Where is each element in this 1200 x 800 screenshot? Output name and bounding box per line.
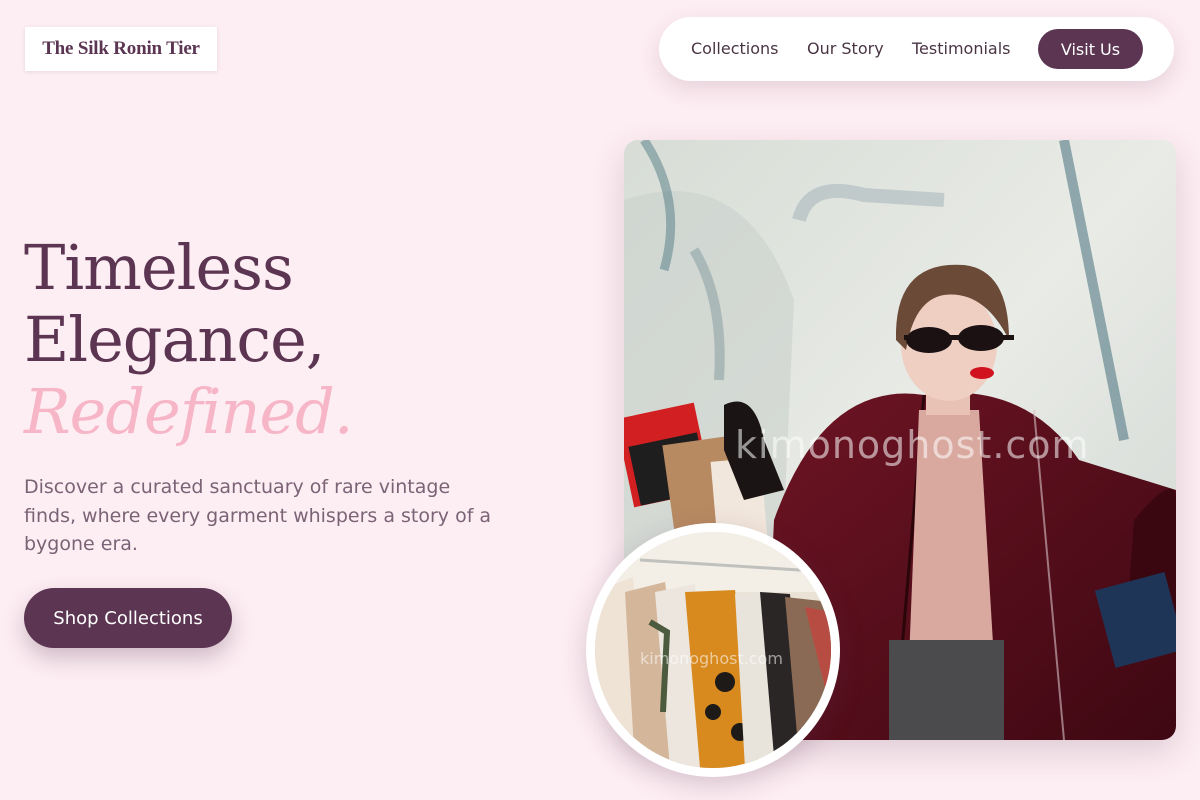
nav-link-collections[interactable]: Collections (691, 39, 778, 58)
hero-watermark: kimonoghost.com (735, 423, 1090, 467)
nav-link-testimonials[interactable]: Testimonials (912, 39, 1011, 58)
inset-watermark: kimonoghost.com (640, 649, 783, 668)
brand-logo[interactable]: The Silk Ronin Tier (25, 27, 217, 71)
hero-title-line2: Elegance, (24, 303, 325, 376)
shop-collections-button[interactable]: Shop Collections (24, 588, 232, 648)
visit-us-button[interactable]: Visit Us (1038, 29, 1143, 69)
hero-title: Timeless Elegance, Redefined. (24, 231, 354, 448)
hero-title-line1: Timeless (24, 231, 294, 304)
nav-link-our-story[interactable]: Our Story (807, 39, 884, 58)
hero-subtitle: Discover a curated sanctuary of rare vin… (24, 476, 492, 555)
inset-image-frame: kimonoghost.com (586, 523, 840, 777)
hero-title-accent: Redefined. (24, 375, 354, 448)
main-nav: Collections Our Story Testimonials Visit… (659, 17, 1174, 81)
inset-image: kimonoghost.com (595, 532, 831, 768)
